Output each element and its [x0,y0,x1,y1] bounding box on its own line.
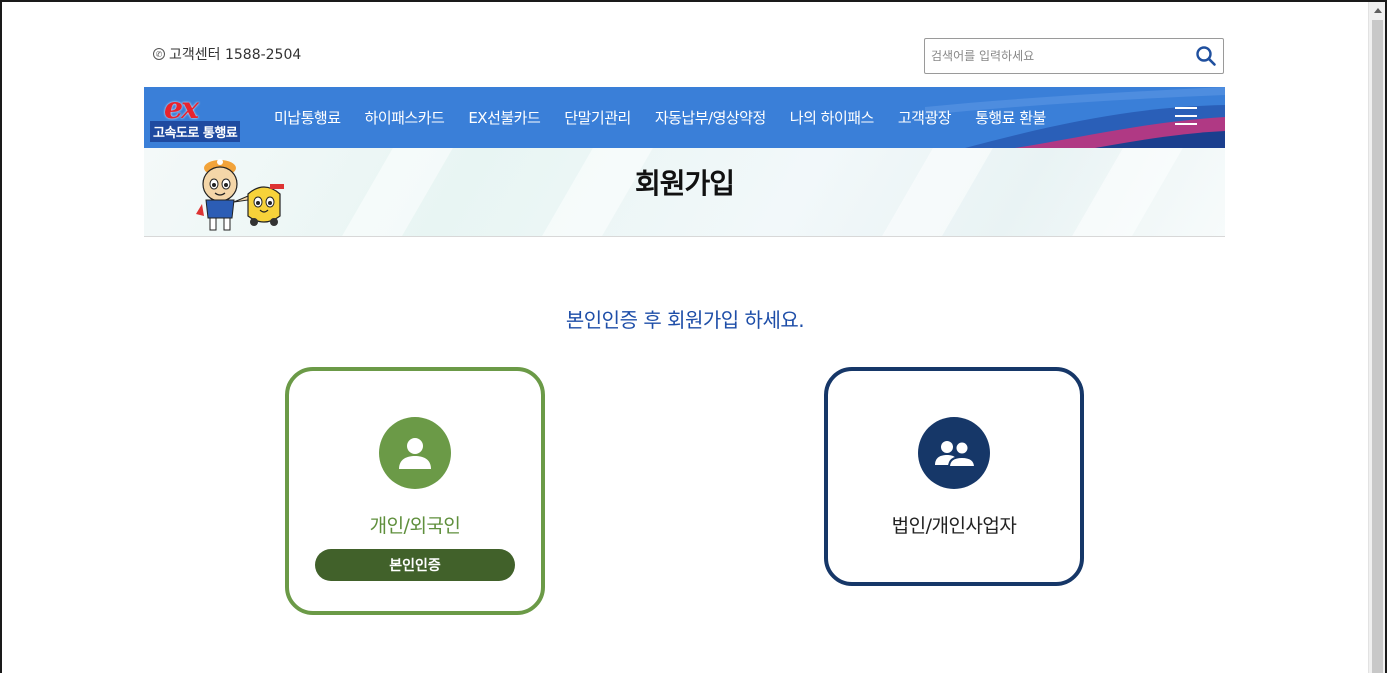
nav-item-ex-prepaid-card[interactable]: EX선불카드 [462,107,546,128]
group-icon [918,417,990,489]
page-banner: 회원가입 [144,148,1225,237]
site-logo[interactable]: ex 고속도로 통행료 [150,91,260,145]
nav-item-device-management[interactable]: 단말기관리 [558,107,637,128]
nav-item-customer-plaza[interactable]: 고객광장 [892,107,957,128]
nav-menu: 미납통행료 하이패스카드 EX선불카드 단말기관리 자동납부/영상약정 나의 하… [262,87,1058,148]
personal-card-label: 개인/외국인 [369,515,461,537]
customer-center-info: ✆ 고객센터 1588-2504 [153,44,301,64]
search-box [924,38,1224,74]
menu-icon[interactable] [1175,107,1197,127]
auth-guide-text: 본인인증 후 회원가입 하세요. [565,308,805,332]
customer-center-label: 고객센터 1588-2504 [169,47,302,63]
main-nav: ex 고속도로 통행료 미납통행료 하이패스카드 EX선불카드 단말기관리 자동… [144,87,1225,148]
personal-signup-card[interactable]: 개인/외국인 본인인증 [285,367,545,615]
scroll-up-icon[interactable] [1369,2,1386,19]
phone-icon: ✆ [153,48,165,60]
nav-item-my-hipass[interactable]: 나의 하이패스 [784,107,880,128]
vertical-scrollbar[interactable] [1368,2,1385,673]
nav-item-autopay[interactable]: 자동납부/영상약정 [649,107,772,128]
person-icon [379,417,451,489]
search-input[interactable] [925,39,1183,73]
logo-text: 고속도로 통행료 [150,121,241,142]
identity-verification-button[interactable]: 본인인증 [315,549,515,581]
corporate-signup-card[interactable]: 법인/개인사업자 [824,367,1084,586]
page: ✆ 고객센터 1588-2504 ex 고속도로 통행료 미납통행료 하이패스카… [2,2,1368,673]
scroll-thumb[interactable] [1372,20,1383,673]
nav-item-toll-refund[interactable]: 통행료 환불 [969,107,1052,128]
nav-item-hipass-card[interactable]: 하이패스카드 [359,107,451,128]
search-icon[interactable] [1195,45,1217,67]
nav-item-unpaid-toll[interactable]: 미납통행료 [268,107,347,128]
corporate-card-label: 법인/개인사업자 [891,515,1017,537]
page-title: 회원가입 [634,167,735,200]
